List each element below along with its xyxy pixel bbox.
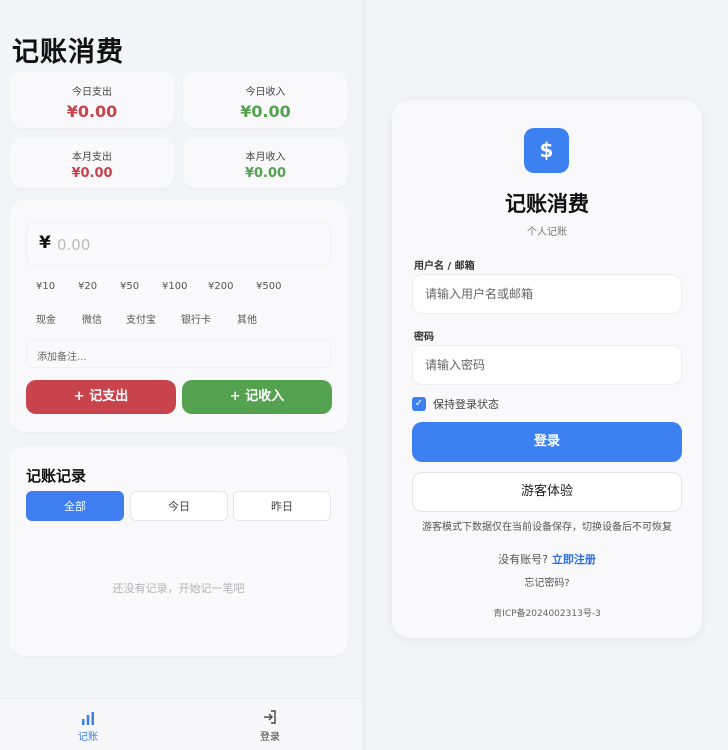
note-placeholder: 添加备注... [37,352,87,363]
page-title: 记账消费 [12,37,124,68]
icp-text: 青ICP备2024002313号-3 [493,609,601,619]
forgot-password-link[interactable]: 忘记密码? [392,574,702,589]
records-title: 记账记录 [26,467,87,485]
remember-label: 保持登录状态 [433,398,499,411]
quick-amount-100[interactable]: ¥100 [162,281,187,292]
tab-all[interactable]: 全部 [26,491,124,521]
login-title: 记账消费 [505,192,589,216]
month-income-value: ¥0.00 [244,166,287,181]
today-expense-value: ¥0.00 [66,102,118,121]
today-expense-card: 今日支出 ¥0.00 [10,71,174,128]
amount-input[interactable]: ¥ 0.00 [26,222,331,266]
month-expense-card: 本月支出 ¥0.00 [10,138,174,188]
nav-item-login[interactable]: 登录 [240,707,300,743]
register-link[interactable]: 立即注册 [552,553,596,566]
add-income-button[interactable]: + 记收入 [182,380,332,414]
register-prompt: 没有账号? [498,553,548,566]
remember-me[interactable]: ✓ 保持登录状态 [412,396,499,412]
nav-item-ledger[interactable]: 记账 [58,707,118,743]
today-income-card: 今日收入 ¥0.00 [183,71,348,128]
today-income-label: 今日收入 [245,87,286,98]
month-expense-label: 本月支出 [72,152,112,163]
dollar-logo-icon: $ [524,128,569,173]
tab-today[interactable]: 今日 [130,491,228,521]
guest-button[interactable]: 游客体验 [412,472,682,512]
password-input[interactable] [413,346,681,384]
empty-records-text: 还没有记录，开始记一笔吧 [112,582,245,595]
login-card: $ 记账消费 个人记账 用户名 / 邮箱 密码 ✓ 保持登录状态 登录 游客体验… [392,100,702,638]
note-input[interactable]: 添加备注... [26,340,331,368]
add-expense-button[interactable]: + 记支出 [26,380,176,414]
guest-note: 游客模式下数据仅在当前设备保存，切换设备后不可恢复 [422,522,672,533]
quick-amount-50[interactable]: ¥50 [120,281,139,292]
today-income-value: ¥0.00 [240,102,291,121]
tab-yesterday[interactable]: 昨日 [233,491,331,521]
ledger-panel: 记账消费 今日支出 ¥0.00 今日收入 ¥0.00 本月支出 ¥0.00 本月… [0,0,362,750]
username-input[interactable] [413,275,681,313]
login-subtitle: 个人记账 [527,227,567,238]
nav-label-ledger: 记账 [78,732,98,743]
bar-chart-icon [58,707,118,725]
login-panel: $ 记账消费 个人记账 用户名 / 邮箱 密码 ✓ 保持登录状态 登录 游客体验… [366,0,728,750]
currency-symbol: ¥ [39,233,51,253]
month-expense-value: ¥0.00 [71,166,113,181]
username-field[interactable] [412,274,682,314]
payment-bankcard[interactable]: 银行卡 [181,311,211,326]
today-expense-label: 今日支出 [72,87,112,98]
payment-wechat[interactable]: 微信 [82,311,102,326]
login-icon [240,707,300,725]
amount-placeholder: 0.00 [57,236,91,254]
username-label: 用户名 / 邮箱 [414,261,475,272]
month-income-card: 本月收入 ¥0.00 [183,138,348,188]
checkbox-checked-icon[interactable]: ✓ [412,397,426,411]
month-income-label: 本月收入 [245,152,286,163]
password-label: 密码 [414,332,434,343]
login-button[interactable]: 登录 [412,422,682,462]
nav-label-login: 登录 [260,732,280,743]
payment-cash[interactable]: 现金 [36,311,56,326]
payment-alipay[interactable]: 支付宝 [126,311,156,326]
register-line: 没有账号? 立即注册 [392,551,702,567]
bottom-nav: 记账 登录 [0,698,362,750]
payment-other[interactable]: 其他 [237,311,257,326]
password-field[interactable] [412,345,682,385]
quick-amount-200[interactable]: ¥200 [208,281,233,292]
quick-amount-500[interactable]: ¥500 [256,281,281,292]
quick-amount-20[interactable]: ¥20 [78,281,97,292]
quick-amount-10[interactable]: ¥10 [36,281,55,292]
